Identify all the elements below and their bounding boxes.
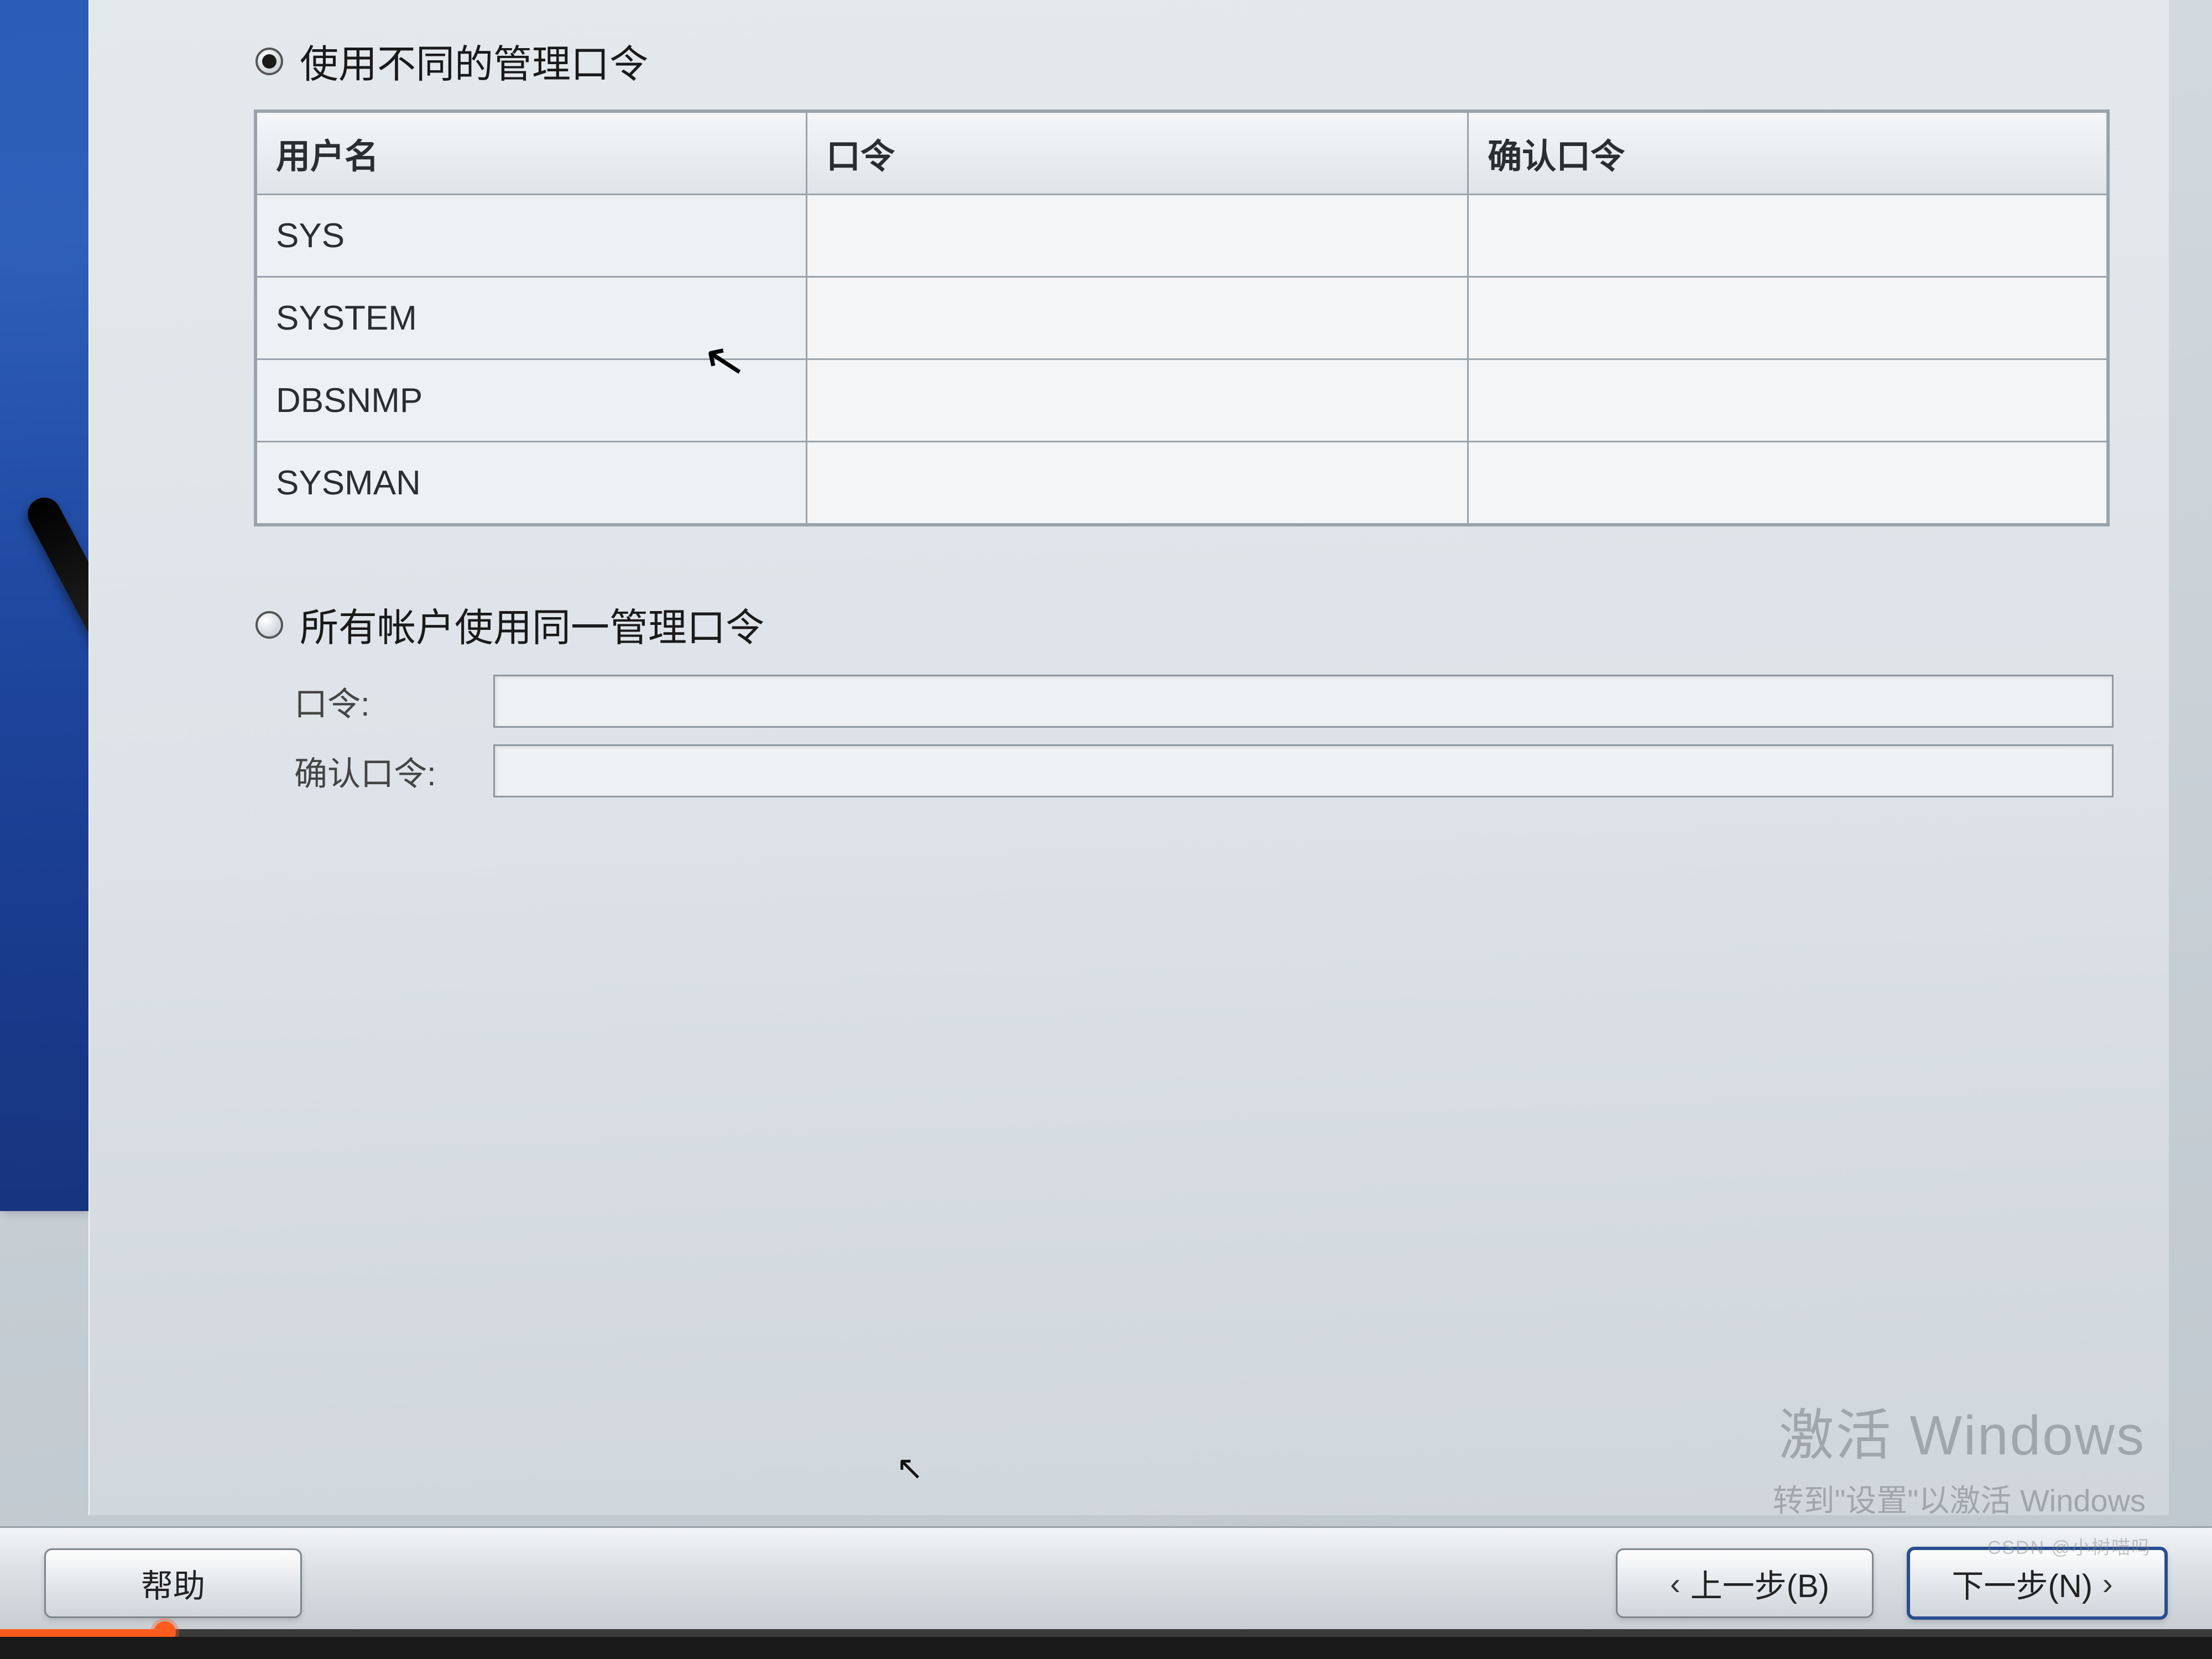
confirm-cell[interactable]	[1468, 359, 2107, 442]
password-cell[interactable]	[807, 277, 1468, 359]
cursor-icon: ↖	[896, 1449, 924, 1488]
wizard-button-bar: 帮助 ‹ 上一步(B) 下一步(N) ›	[0, 1526, 2212, 1639]
confirm-field-label: 确认口令:	[294, 747, 493, 795]
csdn-watermark: CSDN @小树喵吗	[1987, 1532, 2151, 1559]
video-progress-bar[interactable]	[0, 1629, 2212, 1637]
password-field-label: 口令:	[294, 677, 493, 726]
username-cell: SYSTEM	[257, 277, 807, 359]
password-field-row: 口令:	[294, 675, 2114, 728]
confirm-field-row: 确认口令:	[294, 744, 2114, 797]
password-input[interactable]	[493, 675, 2114, 728]
passwords-table: 用户名 口令 确认口令 SYS SYSTEM	[255, 111, 2108, 525]
radio-different-passwords-row[interactable]: 使用不同的管理口令	[255, 33, 2114, 89]
radio-same-password[interactable]	[255, 611, 283, 639]
wizard-body: 使用不同的管理口令 用户名 口令 确认口令 SYS	[88, 0, 2169, 1515]
chevron-left-icon: ‹	[1670, 1566, 1681, 1601]
back-button-label: 上一步(B)	[1691, 1560, 1829, 1606]
table-row: SYS	[257, 195, 2107, 277]
username-cell: DBSNMP	[257, 359, 807, 442]
radio-same-password-row[interactable]: 所有帐户使用同一管理口令	[255, 597, 2114, 653]
chevron-right-icon: ›	[2103, 1566, 2113, 1601]
help-button-label: 帮助	[141, 1560, 205, 1606]
table-row: SYSMAN	[257, 442, 2107, 524]
confirm-cell[interactable]	[1468, 277, 2107, 359]
help-button[interactable]: 帮助	[44, 1548, 302, 1618]
username-cell: SYSMAN	[257, 442, 807, 524]
password-cell[interactable]	[807, 442, 1468, 524]
col-header-confirm: 确认口令	[1468, 112, 2107, 195]
password-cell[interactable]	[807, 359, 1468, 442]
username-cell: SYS	[257, 195, 807, 277]
password-cell[interactable]	[807, 195, 1468, 277]
table-header-row: 用户名 口令 确认口令	[257, 112, 2107, 195]
video-progress-played[interactable]	[0, 1629, 166, 1637]
col-header-username: 用户名	[257, 112, 807, 195]
confirm-input[interactable]	[493, 744, 2114, 797]
confirm-cell[interactable]	[1468, 195, 2107, 277]
radio-different-passwords[interactable]	[255, 48, 283, 75]
radio-different-passwords-label: 使用不同的管理口令	[300, 33, 648, 89]
password-options-panel: 使用不同的管理口令 用户名 口令 确认口令 SYS	[255, 33, 2114, 797]
same-password-fields: 口令: 确认口令:	[294, 675, 2114, 797]
confirm-cell[interactable]	[1468, 442, 2107, 524]
video-control-bar[interactable]	[0, 1637, 2212, 1659]
col-header-password: 口令	[807, 112, 1468, 195]
table-row: DBSNMP	[257, 359, 2107, 442]
next-button-label: 下一步(N)	[1952, 1560, 2093, 1606]
table-row: SYSTEM	[257, 277, 2107, 359]
wizard-sidebar-graphic	[0, 0, 88, 1211]
screenshot-viewport: 使用不同的管理口令 用户名 口令 确认口令 SYS	[0, 0, 2212, 1659]
radio-same-password-label: 所有帐户使用同一管理口令	[300, 597, 764, 653]
back-button[interactable]: ‹ 上一步(B)	[1616, 1548, 1874, 1618]
